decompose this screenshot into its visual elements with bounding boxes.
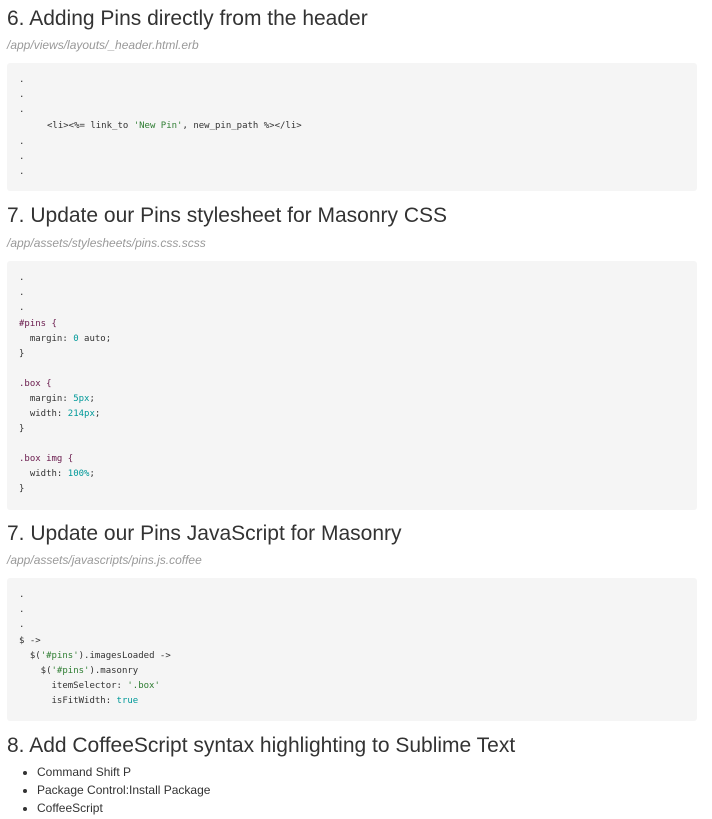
list-item: Command Shift P — [37, 763, 210, 781]
section-7-css-file-path: /app/assets/stylesheets/pins.css.scss — [7, 236, 206, 250]
code-token: margin: — [19, 394, 74, 404]
code-string: '#pins' — [51, 666, 90, 676]
code-dot: . — [19, 75, 25, 85]
section-6-code-block: . . . <li><%= link_to 'New Pin', new_pin… — [7, 63, 697, 191]
code-dot: . — [19, 152, 25, 162]
sublime-steps-list: Command Shift P Package Control:Install … — [0, 763, 210, 817]
code-selector-box-img: .box img { — [19, 454, 74, 464]
code-number: 214px — [67, 409, 95, 419]
code-selector-box: .box { — [19, 379, 52, 389]
code-line-pins-margin: margin: 0 auto; — [19, 332, 111, 347]
code-dot: . — [19, 167, 25, 177]
code-line-box-width: width: 214px; — [19, 407, 100, 422]
code-token: , new_pin_path %></li> — [182, 121, 302, 131]
section-7-js-code-block: . . . $ -> $('#pins').imagesLoaded -> $(… — [7, 578, 697, 721]
code-token: itemSelector: — [19, 681, 128, 691]
code-line-is-fit-width: isFitWidth: true — [19, 694, 139, 709]
code-dot: . — [19, 105, 25, 115]
code-number: 5px — [73, 394, 90, 404]
code-dot: . — [19, 273, 25, 283]
code-dot: . — [19, 620, 25, 630]
tutorial-page: 6. Adding Pins directly from the header … — [0, 0, 712, 819]
code-line-item-selector: itemSelector: '.box' — [19, 679, 160, 694]
code-brace: } — [19, 349, 25, 359]
code-line-link-to: <li><%= link_to 'New Pin', new_pin_path … — [47, 119, 302, 134]
code-dot: . — [19, 605, 25, 615]
code-string: '#pins' — [40, 651, 79, 661]
code-dot: . — [19, 288, 25, 298]
code-token: <li><%= link_to — [47, 121, 134, 131]
code-token: ).imagesLoaded -> — [78, 651, 171, 661]
list-item: Package Control:Install Package — [37, 781, 210, 799]
code-token: ; — [89, 469, 95, 479]
code-number: 100% — [67, 469, 90, 479]
section-7-css-code-block: . . . #pins { margin: 0 auto; } .box { m… — [7, 261, 697, 510]
code-token: $( — [19, 666, 52, 676]
code-number: true — [116, 696, 139, 706]
list-item: CoffeeScript — [37, 799, 210, 817]
section-7-css-heading: 7. Update our Pins stylesheet for Masonr… — [7, 204, 448, 227]
code-token: isFitWidth: — [19, 696, 117, 706]
code-line-img-width: width: 100%; — [19, 467, 95, 482]
section-7-js-heading: 7. Update our Pins JavaScript for Masonr… — [7, 522, 402, 545]
code-string: 'New Pin' — [133, 121, 183, 131]
code-dot: . — [19, 303, 25, 313]
code-selector-pins: #pins { — [19, 319, 57, 329]
code-token: width: — [19, 409, 68, 419]
code-token: margin: — [19, 334, 74, 344]
code-line-masonry: $('#pins').masonry — [19, 664, 139, 679]
code-brace: } — [19, 424, 25, 434]
code-dot: . — [19, 137, 25, 147]
code-line-document-ready: $ -> — [19, 636, 41, 646]
code-token: ; — [94, 409, 101, 419]
code-dot: . — [19, 90, 25, 100]
code-string: '.box' — [127, 681, 160, 691]
section-7-js-file-path: /app/assets/javascripts/pins.js.coffee — [7, 553, 202, 567]
code-token: ; — [89, 394, 95, 404]
code-dot: . — [19, 590, 25, 600]
code-line-images-loaded: $('#pins').imagesLoaded -> — [19, 649, 171, 664]
section-6-heading: 6. Adding Pins directly from the header — [7, 7, 368, 30]
section-8-heading: 8. Add CoffeeScript syntax highlighting … — [7, 734, 516, 757]
code-token: $( — [19, 651, 41, 661]
code-token: width: — [19, 469, 68, 479]
section-6-file-path: /app/views/layouts/_header.html.erb — [7, 38, 199, 52]
code-token: ).masonry — [89, 666, 139, 676]
code-line-box-margin: margin: 5px; — [19, 392, 95, 407]
code-brace: } — [19, 484, 25, 494]
code-token: auto; — [78, 334, 112, 344]
